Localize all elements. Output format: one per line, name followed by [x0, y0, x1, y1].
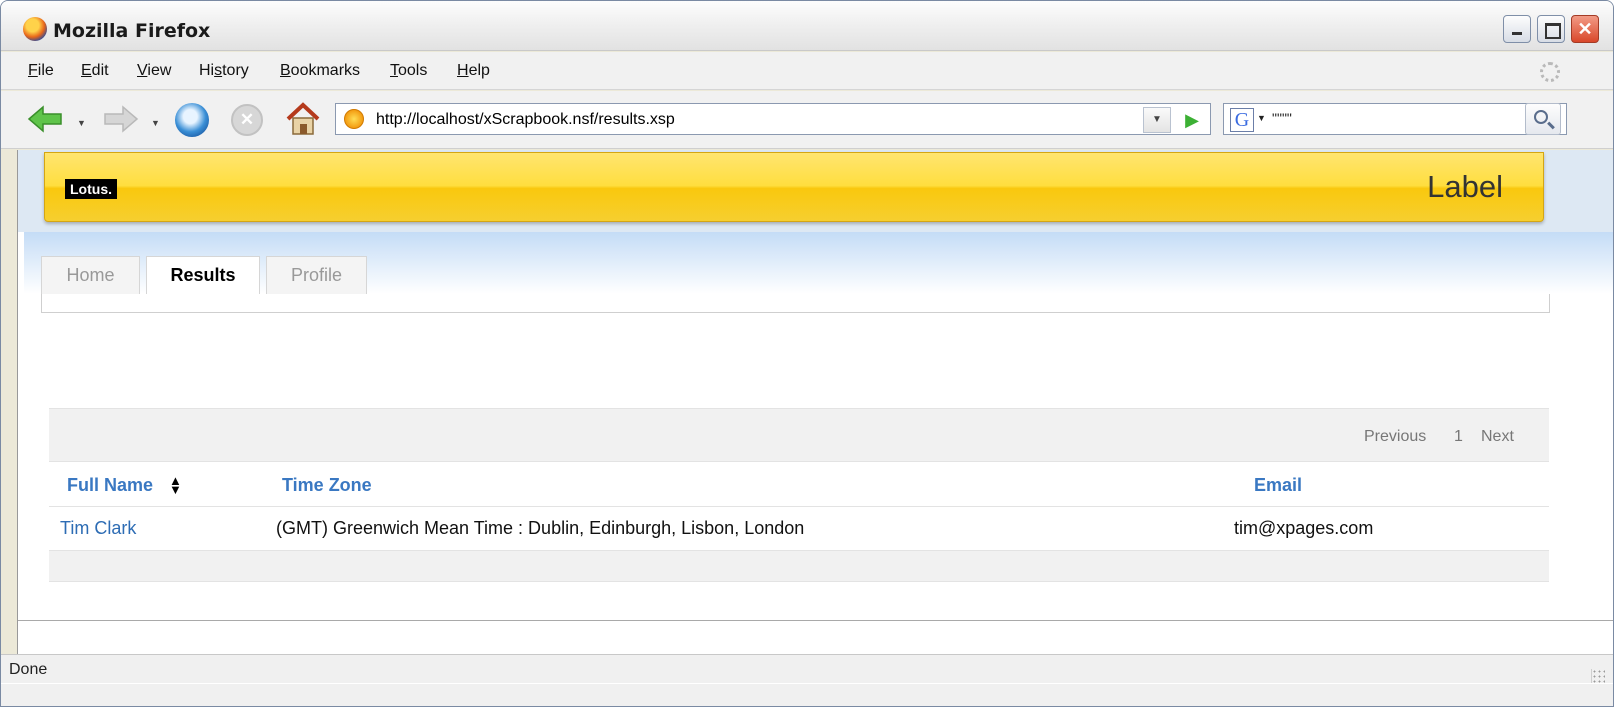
table-footer — [49, 550, 1549, 582]
stop-icon[interactable]: ✕ — [231, 104, 263, 136]
content-divider — [18, 620, 1613, 621]
window-title: Mozilla Firefox — [53, 20, 211, 42]
url-history-dropdown[interactable]: ▼ — [1143, 107, 1171, 133]
tab-profile[interactable]: Profile — [266, 256, 367, 294]
menu-history[interactable]: History — [199, 62, 249, 80]
firefox-icon — [23, 17, 47, 41]
search-bar[interactable]: G ▼ """" — [1223, 103, 1567, 135]
menu-file[interactable]: File — [28, 62, 54, 80]
navigation-toolbar: ▼ ▼ ✕ http://localhost/xScrapbook.nsf/re… — [1, 91, 1613, 149]
minimize-icon — [1504, 16, 1530, 42]
go-button[interactable]: ▶ — [1177, 107, 1207, 133]
magnifier-icon — [1534, 110, 1548, 124]
cell-email: tim@xpages.com — [1234, 518, 1374, 538]
url-input[interactable]: http://localhost/xScrapbook.nsf/results.… — [376, 111, 675, 129]
close-icon: ✕ — [1577, 19, 1593, 39]
table-header: Full Name ▲ ▼ Time Zone Email — [49, 463, 1549, 507]
browser-window: Mozilla Firefox ✕ File Edit View History… — [0, 0, 1614, 707]
forward-history-dropdown-icon[interactable]: ▼ — [151, 118, 160, 128]
resize-grip-icon[interactable] — [1591, 669, 1605, 683]
search-engine-dropdown-icon[interactable]: ▼ — [1257, 113, 1266, 123]
column-email[interactable]: Email — [1254, 475, 1302, 496]
status-bar: Done — [1, 654, 1613, 706]
page-content: Lotus. Label Home Results Profile Previo… — [17, 150, 1613, 654]
reload-icon[interactable] — [175, 103, 209, 137]
title-bar: Mozilla Firefox ✕ — [1, 1, 1613, 51]
close-button[interactable]: ✕ — [1571, 15, 1599, 43]
sort-icon[interactable]: ▲ ▼ — [169, 474, 182, 496]
menu-bookmarks[interactable]: Bookmarks — [280, 62, 360, 80]
maximize-icon — [1538, 16, 1564, 42]
activity-throbber-icon — [1540, 62, 1560, 82]
menu-help[interactable]: Help — [457, 62, 490, 80]
status-divider — [1, 683, 1613, 684]
tab-results[interactable]: Results — [146, 256, 260, 294]
banner-label: Label — [1427, 169, 1503, 204]
site-favicon-icon — [344, 109, 364, 129]
tab-home[interactable]: Home — [41, 256, 140, 294]
google-icon[interactable]: G — [1230, 108, 1254, 132]
pager-bar: Previous 1 Next — [49, 408, 1549, 462]
column-time-zone[interactable]: Time Zone — [282, 475, 372, 496]
cell-full-name-link[interactable]: Tim Clark — [60, 518, 136, 539]
maximize-button[interactable] — [1537, 15, 1565, 43]
menu-tools[interactable]: Tools — [390, 62, 427, 80]
search-button[interactable] — [1525, 103, 1561, 135]
app-banner: Lotus. Label — [44, 152, 1544, 222]
minimize-button[interactable] — [1503, 15, 1531, 43]
tab-content-frame — [41, 294, 1550, 313]
tab-bar: Home Results Profile — [24, 232, 1613, 294]
column-full-name[interactable]: Full Name — [67, 475, 153, 496]
cell-time-zone: (GMT) Greenwich Mean Time : Dublin, Edin… — [276, 518, 805, 538]
menu-view[interactable]: View — [137, 62, 171, 80]
pager-next-link[interactable]: Next — [1481, 428, 1514, 446]
header-background: Lotus. Label — [18, 150, 1613, 232]
status-text: Done — [9, 661, 48, 678]
table-row: Tim Clark (GMT) Greenwich Mean Time : Du… — [49, 508, 1549, 550]
menu-bar: File Edit View History Bookmarks Tools H… — [1, 52, 1613, 90]
address-bar[interactable]: http://localhost/xScrapbook.nsf/results.… — [335, 103, 1211, 135]
menu-edit[interactable]: Edit — [81, 62, 109, 80]
pager-page-link[interactable]: 1 — [1454, 428, 1463, 446]
forward-arrow-icon[interactable] — [103, 105, 139, 133]
lotus-logo: Lotus. — [65, 179, 117, 199]
search-input[interactable]: """" — [1272, 110, 1292, 126]
back-history-dropdown-icon[interactable]: ▼ — [77, 118, 86, 128]
back-arrow-icon[interactable] — [27, 105, 63, 133]
pager-previous-link[interactable]: Previous — [1364, 428, 1426, 446]
home-icon[interactable] — [285, 101, 321, 137]
